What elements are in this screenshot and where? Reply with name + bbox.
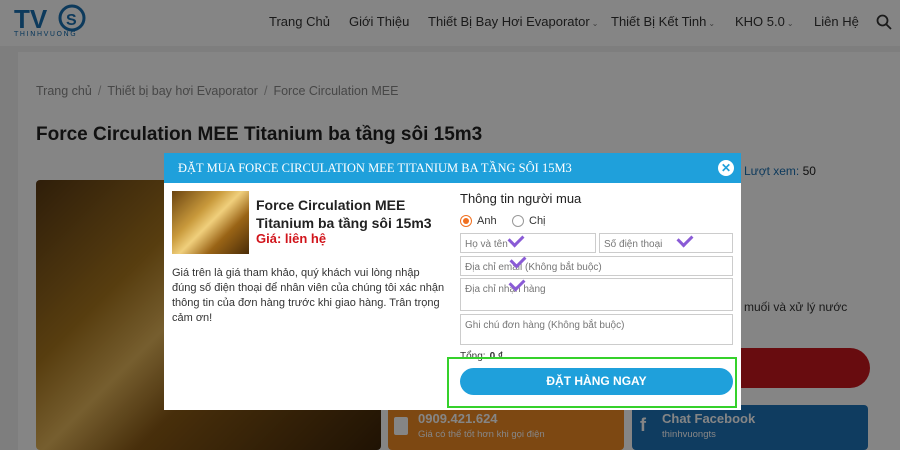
phone-field[interactable]: Số điện thoại xyxy=(599,233,733,253)
close-icon[interactable]: ✕ xyxy=(718,160,734,176)
product-thumbnail xyxy=(172,191,249,254)
order-note-field[interactable]: Ghi chú đơn hàng (Không bắt buộc) xyxy=(460,314,733,345)
buyer-info-title: Thông tin người mua xyxy=(460,191,582,206)
gender-option-anh[interactable]: Anh xyxy=(460,215,497,227)
modal-header: ĐẶT MUA FORCE CIRCULATION MEE TITANIUM B… xyxy=(164,153,741,183)
radio-chi[interactable] xyxy=(512,215,524,227)
modal-title: ĐẶT MUA FORCE CIRCULATION MEE TITANIUM B… xyxy=(178,161,572,175)
email-field[interactable]: Địa chỉ email (Không bắt buộc) xyxy=(460,256,733,276)
address-field[interactable]: Địa chỉ nhận hàng xyxy=(460,278,733,311)
highlight-box xyxy=(447,357,737,408)
product-price: Giá: liên hệ xyxy=(256,231,327,246)
product-name: Force Circulation MEE Titanium ba tầng s… xyxy=(256,197,432,231)
order-note-text: Giá trên là giá tham khảo, quý khách vui… xyxy=(172,267,445,324)
gender-option-chi[interactable]: Chị xyxy=(512,215,546,227)
name-field[interactable]: Họ và tên xyxy=(460,233,596,253)
radio-anh[interactable] xyxy=(460,215,472,227)
